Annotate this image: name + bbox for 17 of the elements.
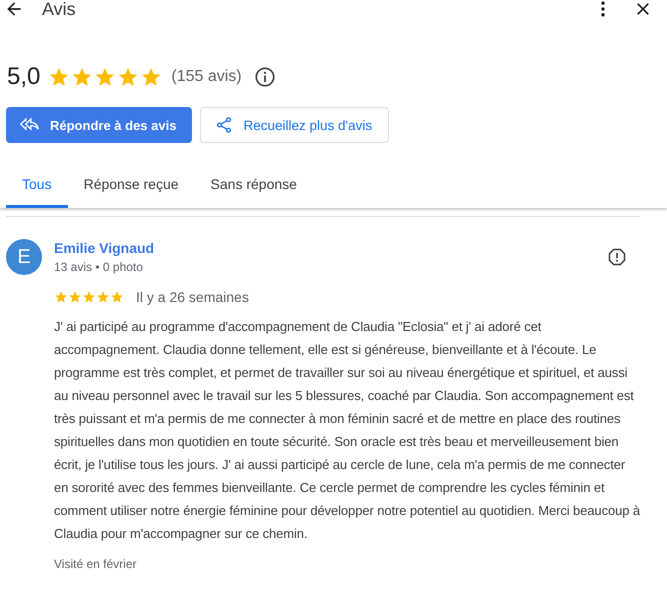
review-time: Il y a 26 semaines — [136, 289, 249, 305]
reply-button[interactable]: Répondre à des avis — [6, 107, 192, 143]
rating-value: 5,0 — [7, 63, 40, 91]
filter-tab[interactable]: Sans réponse — [194, 170, 313, 208]
reviewer-name[interactable]: Emilie Vignaud — [54, 240, 154, 256]
report-icon[interactable] — [607, 247, 627, 267]
page-title: Avis — [42, 0, 76, 20]
avatar: E — [6, 239, 42, 275]
filter-tab[interactable]: Tous — [6, 170, 68, 208]
review-count: (155 avis) — [171, 68, 242, 86]
reviewer-meta: 13 avis • 0 photo — [54, 260, 144, 274]
visit-date: Visité en février — [54, 557, 136, 571]
share-button[interactable]: Recueillez plus d'avis — [200, 107, 390, 143]
filter-tab[interactable]: Réponse reçue — [68, 170, 195, 208]
info-icon[interactable] — [254, 66, 276, 88]
share-icon — [215, 116, 234, 134]
review-text: J' ai participé au programme d'accompagnement de Claudia "Eclosia" et j' ai adoré cet accompagnement. Claudia donne tellement, elle est si généreuse, bienveillante et à l'écoute. Le programme est très complet, et permet de travailler sur soi au niveau énergétique et spirituel, et aussi au niveau personnel avec le travail sur les 5 blessures, coaché par Claudia. Son accompagnement est très puissant et m'a permis de me connecter à mon féminin sacré et de mettre en place des routines spirituelles dans mon quotidien en toute sécurité. Son oracle est très beau et merveilleusement bien écrit, je l'utilise tous les jours. J' ai aussi participé au cercle de lune, cela m'a permis de me connecter en sororité avec des femmes bienveillante. Ce cercle permet de comprendre les cycles féminin et comment utiliser notre énergie féminine pour développer notre potentiel au quotidien. Merci beaucoup à Claudia pour m'accompagner sur ce chemin. — [54, 318, 642, 543]
